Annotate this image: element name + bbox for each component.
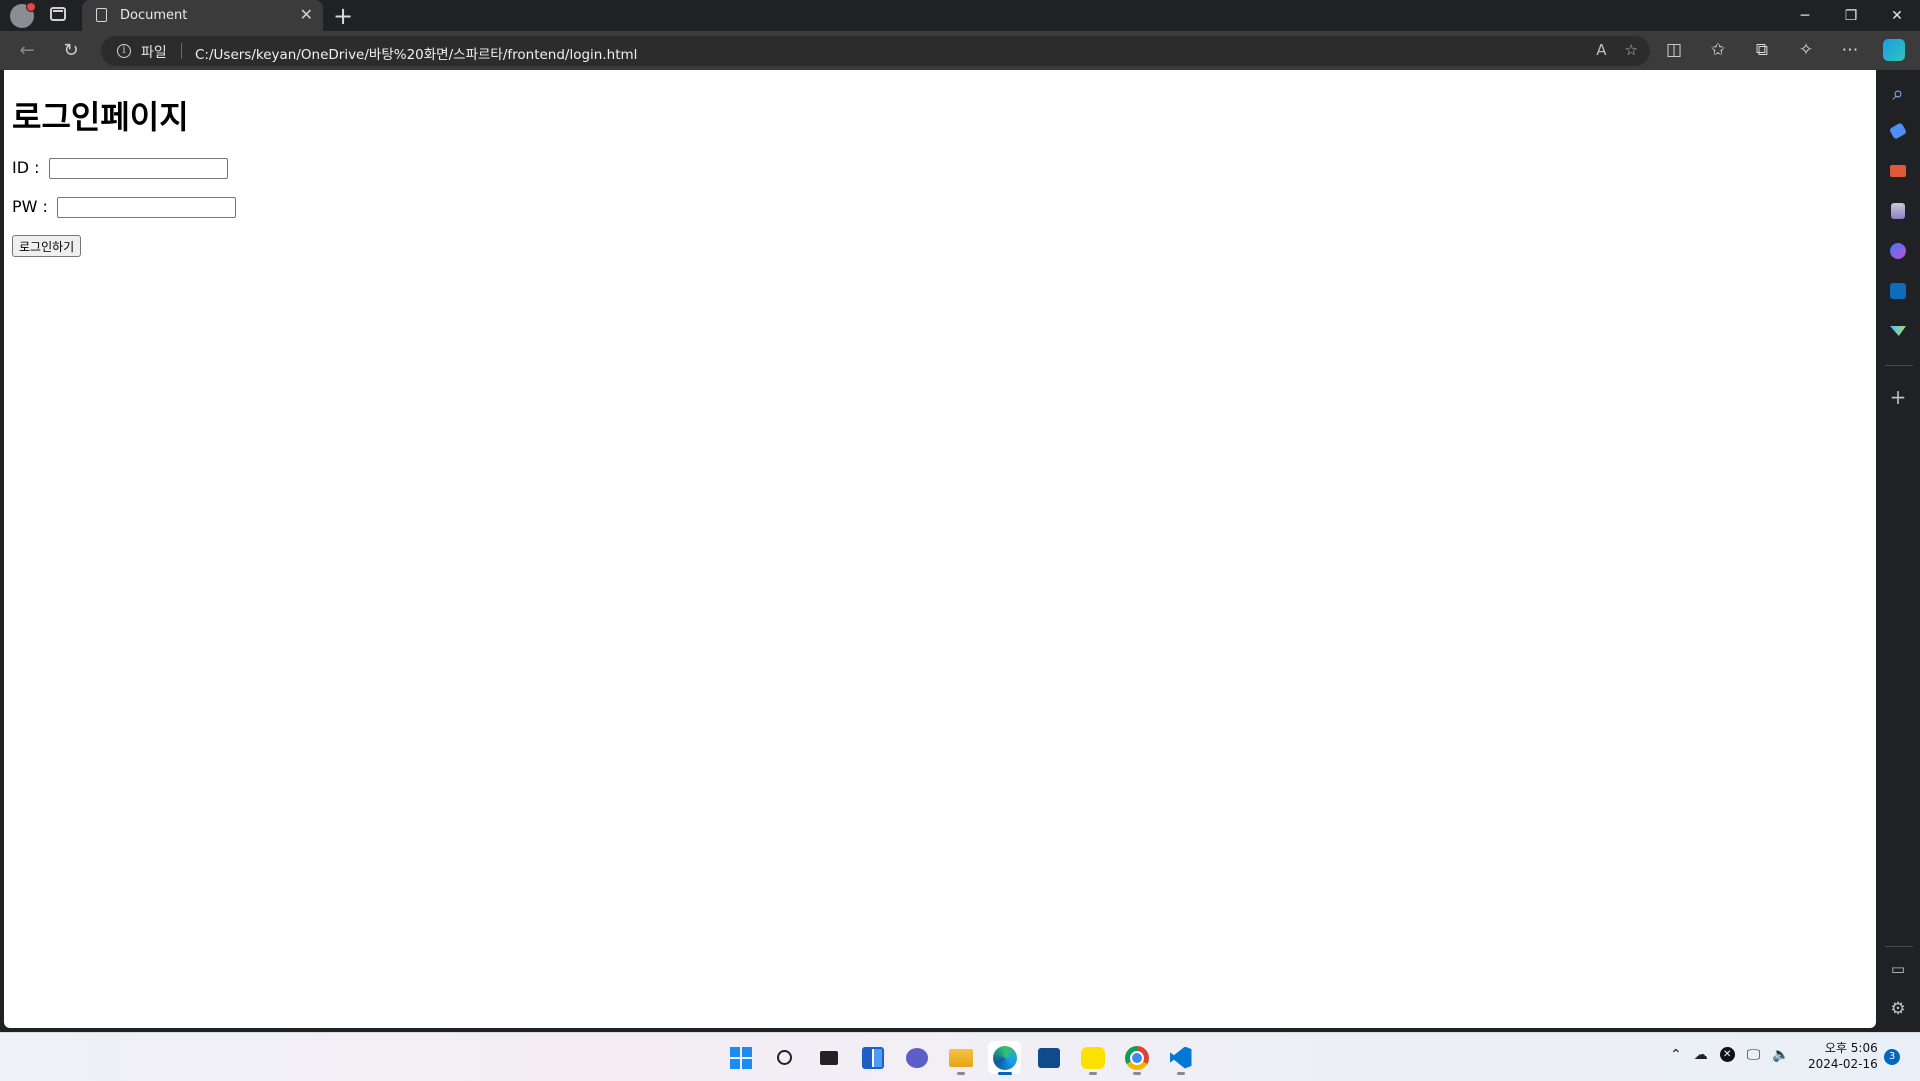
toolbar-icons: ◫ ✩ ⧉ ✧ ⋯ — [1663, 39, 1905, 61]
task-view-icon[interactable] — [812, 1041, 845, 1074]
page-title: 로그인페이지 — [12, 98, 189, 136]
favorites-icon[interactable]: ✩ — [1707, 39, 1729, 61]
outlook-icon[interactable] — [1887, 280, 1909, 302]
clock-date: 2024-02-16 — [1808, 1057, 1878, 1071]
chevron-up-icon[interactable]: ⌃ — [1670, 1047, 1682, 1063]
taskbar-apps — [724, 1041, 1197, 1075]
collections-icon[interactable]: ⧉ — [1751, 39, 1773, 61]
chrome-icon[interactable] — [1120, 1041, 1153, 1075]
volume-icon[interactable]: 🔈 — [1772, 1047, 1789, 1063]
url-text[interactable]: C:/Users/keyan/OneDrive/바탕%20화면/스파르타/fro… — [195, 43, 637, 63]
pw-row: PW : — [12, 197, 237, 218]
file-explorer-icon[interactable] — [944, 1041, 977, 1075]
read-aloud-icon[interactable]: A — [1596, 41, 1606, 59]
active-indicator — [998, 1072, 1012, 1075]
window-close-button[interactable]: ✕ — [1874, 0, 1920, 31]
tab-close-button[interactable]: ✕ — [300, 5, 313, 24]
id-row: ID : — [12, 158, 228, 179]
games-icon[interactable] — [1887, 200, 1909, 222]
profile-avatar[interactable] — [10, 2, 36, 28]
system-tray: ⌃ ☁ ✕ 🖵 🔈 — [1670, 1047, 1790, 1063]
tab-document[interactable]: Document ✕ — [82, 0, 323, 31]
running-indicator — [1133, 1072, 1141, 1075]
network-icon[interactable]: 🖵 — [1747, 1047, 1761, 1063]
address-toolbar: ← ↻ i 파일 C:/Users/keyan/OneDrive/바탕%20화면… — [0, 31, 1920, 70]
url-divider — [181, 43, 182, 59]
running-indicator — [1089, 1072, 1097, 1075]
minimize-button[interactable]: ─ — [1782, 0, 1828, 31]
microsoft-365-icon[interactable] — [1887, 240, 1909, 262]
windows-taskbar: ⌃ ☁ ✕ 🖵 🔈 오후 5:06 2024-02-16 3 — [0, 1032, 1920, 1081]
running-indicator — [1177, 1072, 1185, 1075]
edge-icon[interactable] — [988, 1041, 1021, 1075]
url-scheme-label: 파일 — [141, 45, 167, 61]
page-viewport: 로그인페이지 ID : PW : 로그인하기 — [4, 70, 1876, 1028]
kakaotalk-icon[interactable] — [1076, 1041, 1109, 1075]
split-screen-icon[interactable]: ◫ — [1663, 39, 1685, 61]
favorite-star-icon[interactable]: ☆ — [1625, 41, 1638, 59]
app-x-icon[interactable]: ✕ — [1719, 1047, 1735, 1062]
widgets-icon[interactable] — [856, 1041, 889, 1074]
title-bar: Document ✕ + ─ ❐ ✕ — [0, 0, 1920, 31]
sidebar-divider — [1885, 365, 1913, 366]
window-controls: ─ ❐ ✕ — [1782, 0, 1920, 31]
sidebar-panel-icon[interactable]: ▭ — [1887, 958, 1909, 980]
pw-input[interactable] — [57, 197, 237, 218]
taskbar-clock[interactable]: 오후 5:06 2024-02-16 — [1808, 1040, 1878, 1072]
id-label: ID : — [12, 158, 40, 177]
clock-time: 오후 5:06 — [1824, 1041, 1878, 1055]
login-button[interactable]: 로그인하기 — [12, 235, 82, 257]
search-taskbar-icon[interactable] — [768, 1041, 801, 1074]
running-indicator — [957, 1072, 965, 1075]
teams-chat-icon[interactable] — [900, 1041, 933, 1074]
restore-button[interactable]: ❐ — [1828, 0, 1874, 31]
vscode-icon[interactable] — [1164, 1041, 1197, 1075]
address-bar[interactable]: i 파일 C:/Users/keyan/OneDrive/바탕%20화면/스파르… — [101, 36, 1650, 66]
page-icon — [96, 8, 107, 22]
search-icon[interactable]: ⌕ — [1887, 81, 1909, 105]
start-icon[interactable] — [724, 1041, 757, 1074]
pw-label: PW : — [12, 197, 48, 216]
edge-sidebar: ⌕ + ▭ ⚙ — [1877, 70, 1920, 1030]
store-icon[interactable] — [1032, 1041, 1065, 1074]
shopping-tag-icon[interactable] — [1887, 120, 1909, 142]
more-options-icon[interactable]: ⋯ — [1839, 39, 1861, 61]
extensions-icon[interactable]: ✧ — [1795, 39, 1817, 61]
new-tab-button[interactable]: + — [333, 2, 353, 30]
onedrive-cloud-icon[interactable]: ☁ — [1694, 1047, 1708, 1063]
tools-icon[interactable] — [1887, 160, 1909, 182]
copilot-icon[interactable] — [1883, 39, 1905, 61]
id-input[interactable] — [48, 158, 228, 179]
tab-actions-icon[interactable] — [50, 7, 66, 21]
sidebar-add-icon[interactable]: + — [1887, 385, 1909, 409]
reload-button[interactable]: ↻ — [60, 39, 82, 61]
drop-icon[interactable] — [1887, 320, 1909, 342]
notification-badge[interactable]: 3 — [1884, 1049, 1900, 1065]
info-icon[interactable]: i — [117, 44, 131, 58]
tab-title: Document — [120, 8, 188, 23]
sidebar-divider — [1885, 946, 1913, 947]
settings-icon[interactable]: ⚙ — [1887, 998, 1909, 1020]
back-button[interactable]: ← — [16, 39, 38, 61]
